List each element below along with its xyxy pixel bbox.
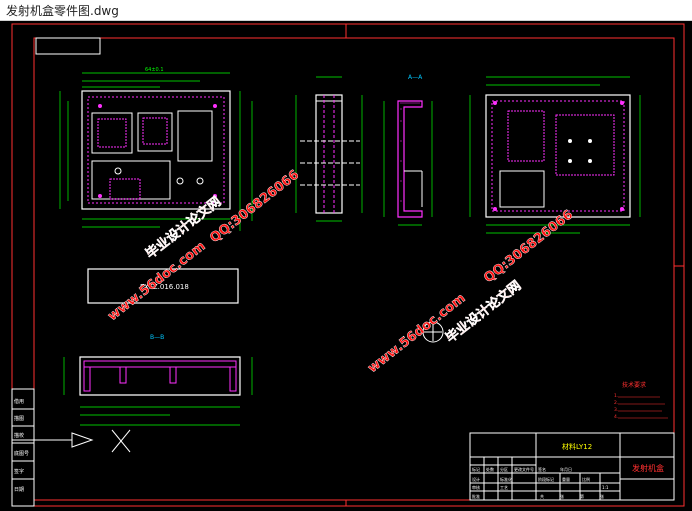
watermark-5: QQ:306826066 bbox=[481, 207, 576, 286]
side-label-2: 描校 bbox=[14, 432, 24, 439]
tb-cell-8: 阶段标记 bbox=[538, 476, 554, 482]
tb-cell-5: 年月日 bbox=[560, 466, 572, 472]
tech-requirements: 技术要求 1. 2. 3. 4. bbox=[614, 381, 668, 420]
outer-frame bbox=[11, 23, 685, 507]
section-bb: B—B bbox=[63, 334, 253, 426]
tb-cell-2: 分区 bbox=[500, 466, 508, 472]
part-name: 发射机盒 bbox=[632, 463, 664, 473]
side-view bbox=[295, 76, 363, 222]
tb-cell-17: 张 bbox=[600, 493, 604, 499]
section-bb-label: B—B bbox=[150, 334, 164, 341]
cad-canvas[interactable]: 借用 描图 描校 底图号 签字 日期 64±0.1 A—A FXFZ.016.0… bbox=[0, 21, 692, 511]
tb-cell-4: 签名 bbox=[538, 466, 546, 472]
side-label-0: 借用 bbox=[14, 398, 24, 405]
tb-cell-12: 工艺 bbox=[500, 485, 508, 490]
cursor-crosshair bbox=[12, 429, 131, 453]
tb-cell-6: 设计 bbox=[472, 476, 480, 482]
tb-cell-1: 处数 bbox=[486, 466, 494, 472]
scale-value: 1:1 bbox=[602, 485, 609, 490]
tb-cell-10: 比例 bbox=[582, 476, 590, 482]
tech-req-line-0: 1. bbox=[614, 393, 618, 399]
drawing-svg: 借用 描图 描校 底图号 签字 日期 64±0.1 A—A FXFZ.016.0… bbox=[11, 23, 685, 507]
section-aa: A—A bbox=[383, 74, 433, 226]
window-titlebar: 发射机盒零件图.dwg bbox=[0, 0, 692, 21]
dim-top-width: 64±0.1 bbox=[145, 67, 164, 73]
tech-req-title: 技术要求 bbox=[622, 381, 646, 389]
window-title: 发射机盒零件图.dwg bbox=[6, 4, 119, 18]
material-label: 材料LY12 bbox=[562, 442, 592, 451]
tech-req-line-1: 2. bbox=[614, 400, 618, 406]
side-label-4: 签字 bbox=[14, 468, 24, 475]
tb-cell-3: 更改文件号 bbox=[514, 466, 534, 472]
tb-cell-9: 重量 bbox=[562, 476, 570, 482]
tb-cell-7: 标准化 bbox=[500, 476, 512, 482]
section-aa-label: A—A bbox=[408, 74, 423, 81]
tb-cell-16: 第 bbox=[580, 493, 584, 499]
tb-cell-15: 张 bbox=[560, 493, 564, 499]
tech-req-line-3: 4. bbox=[614, 414, 618, 420]
side-labels: 借用 描图 描校 底图号 签字 日期 bbox=[12, 398, 34, 493]
side-label-3: 底图号 bbox=[14, 450, 29, 457]
right-view bbox=[469, 76, 641, 234]
tb-cell-14: 共 bbox=[540, 493, 544, 499]
side-label-1: 描图 bbox=[14, 415, 24, 422]
tb-cell-0: 标记 bbox=[472, 466, 480, 472]
title-block: 材料LY12 发射机盒 标记 处数 分区 更改文件号 签名 年月日 设计 标准化… bbox=[469, 432, 675, 501]
tb-cell-11: 审核 bbox=[472, 484, 480, 490]
watermarks: 毕业设计论文网 www.56doc.com QQ:306826066 毕业设计论… bbox=[105, 167, 576, 376]
tech-req-line-2: 3. bbox=[614, 407, 618, 413]
tb-cell-13: 批准 bbox=[472, 493, 480, 499]
code-box bbox=[35, 37, 101, 55]
side-label-5: 日期 bbox=[14, 487, 24, 493]
